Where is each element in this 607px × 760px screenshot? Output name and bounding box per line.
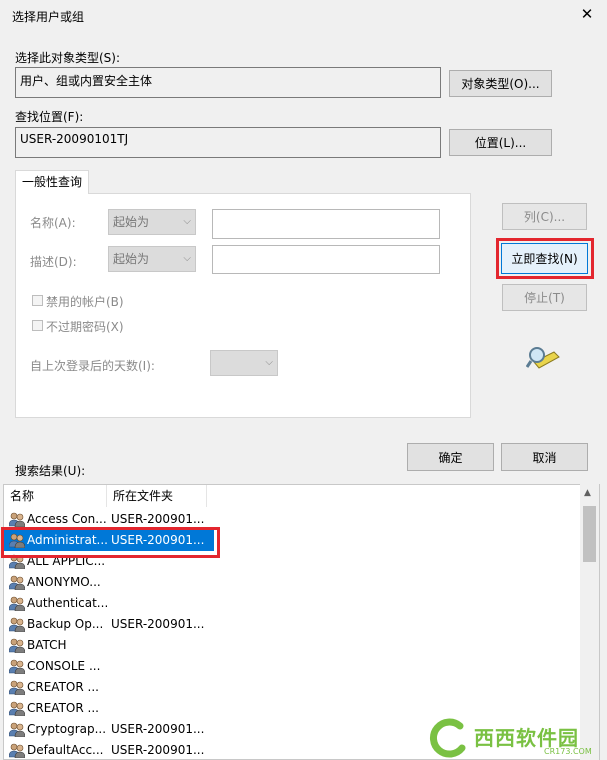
scroll-thumb[interactable] [583,506,596,562]
object-types-button[interactable]: 对象类型(O)... [449,70,552,97]
tab-general-query[interactable]: 一般性查询 [15,170,89,194]
user-group-icon [8,659,26,675]
administrators-highlight [1,527,220,558]
window-title: 选择用户或组 [12,10,85,24]
user-group-icon [8,638,26,654]
locations-button[interactable]: 位置(L)... [449,129,552,156]
scroll-up-icon[interactable]: ▲ [584,488,591,498]
stop-button[interactable]: 停止(T) [502,284,587,311]
row-folder: USER-200901... [111,743,205,757]
table-row[interactable]: BATCH [4,635,584,656]
row-name: Cryptograp... [27,722,107,736]
user-group-icon [8,596,26,612]
close-icon[interactable]: ✕ [577,4,597,24]
find-now-button[interactable]: 立即查找(N) [501,243,588,274]
description-input[interactable] [212,245,440,274]
name-mode-select[interactable]: 起始为 ⌵ [108,209,196,235]
cancel-button[interactable]: 取消 [501,443,588,471]
user-group-icon [8,680,26,696]
user-group-icon [8,617,26,633]
table-row[interactable]: CREATOR ... [4,698,584,719]
chevron-down-icon: ⌵ [183,216,191,227]
user-group-icon [8,512,26,528]
row-name: DefaultAcc... [27,743,104,757]
row-name: BATCH [27,638,67,652]
search-results-label: 搜索结果(U): [15,464,86,478]
disabled-accounts-checkbox[interactable] [32,295,43,306]
days-since-login-select[interactable]: ⌵ [210,350,278,376]
column-header-name[interactable]: 名称 [4,485,107,507]
results-scrollbar[interactable]: ▲ [580,484,599,760]
columns-button[interactable]: 列(C)... [502,203,587,230]
chevron-down-icon: ⌵ [183,253,191,264]
ok-button[interactable]: 确定 [407,443,494,471]
watermark-subtext: CR173.COM [544,747,592,756]
search-flashlight-icon [526,347,560,369]
user-group-icon [8,722,26,738]
row-name: Authenticat... [27,596,107,610]
column-header-folder[interactable]: 所在文件夹 [107,485,207,507]
row-name: CREATOR ... [27,701,99,715]
name-input[interactable] [212,209,440,239]
row-name: ANONYMO... [27,575,101,589]
table-row[interactable]: ANONYMO... [4,572,584,593]
description-mode-select[interactable]: 起始为 ⌵ [108,246,196,272]
search-results-list[interactable]: 名称 所在文件夹 Access Con... USER-200901... Admi… [3,484,600,760]
table-row[interactable]: Authenticat... [4,593,584,614]
row-name: Backup Op... [27,617,104,631]
user-group-icon [8,575,26,591]
non-expiring-password-label: 不过期密码(X) [46,320,124,334]
watermark-logo-icon [429,718,466,758]
object-type-label: 选择此对象类型(S): [15,51,121,65]
description-label: 描述(D): [30,255,77,269]
location-label: 查找位置(F): [15,110,84,124]
table-row[interactable]: CREATOR ... [4,677,584,698]
disabled-accounts-label: 禁用的帐户(B) [46,295,124,309]
table-row[interactable]: CONSOLE ... [4,656,584,677]
row-name: CREATOR ... [27,680,99,694]
object-type-field: 用户、组或内置安全主体 [15,67,441,98]
location-field: USER-20090101TJ [15,127,441,158]
name-mode-value: 起始为 [113,215,150,229]
description-mode-value: 起始为 [113,252,150,266]
name-label: 名称(A): [30,216,76,230]
days-since-login-label: 自上次登录后的天数(I): [30,359,155,373]
user-group-icon [8,701,26,717]
non-expiring-password-checkbox[interactable] [32,320,43,331]
chevron-down-icon: ⌵ [265,357,273,368]
table-row[interactable]: Backup Op... USER-200901... [4,614,584,635]
row-name: CONSOLE ... [27,659,101,673]
row-folder: USER-200901... [111,617,205,631]
user-group-icon [8,743,26,759]
row-folder: USER-200901... [111,722,205,736]
